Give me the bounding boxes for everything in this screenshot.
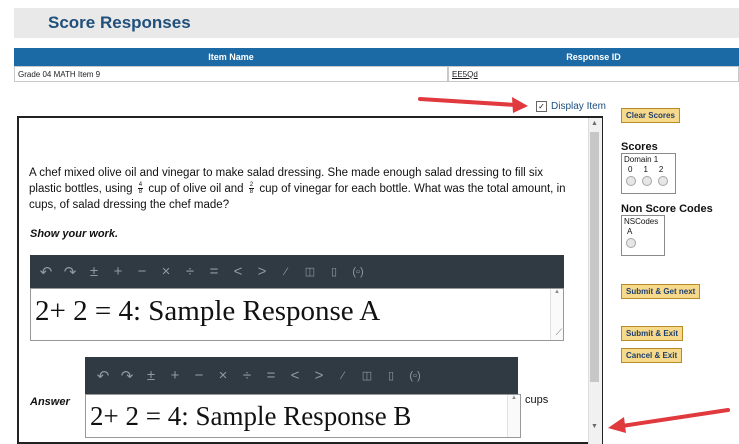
red-arrow-to-scroll-down xyxy=(608,408,730,433)
annotation-arrows xyxy=(418,97,730,433)
red-arrow-to-display-item xyxy=(418,97,528,113)
